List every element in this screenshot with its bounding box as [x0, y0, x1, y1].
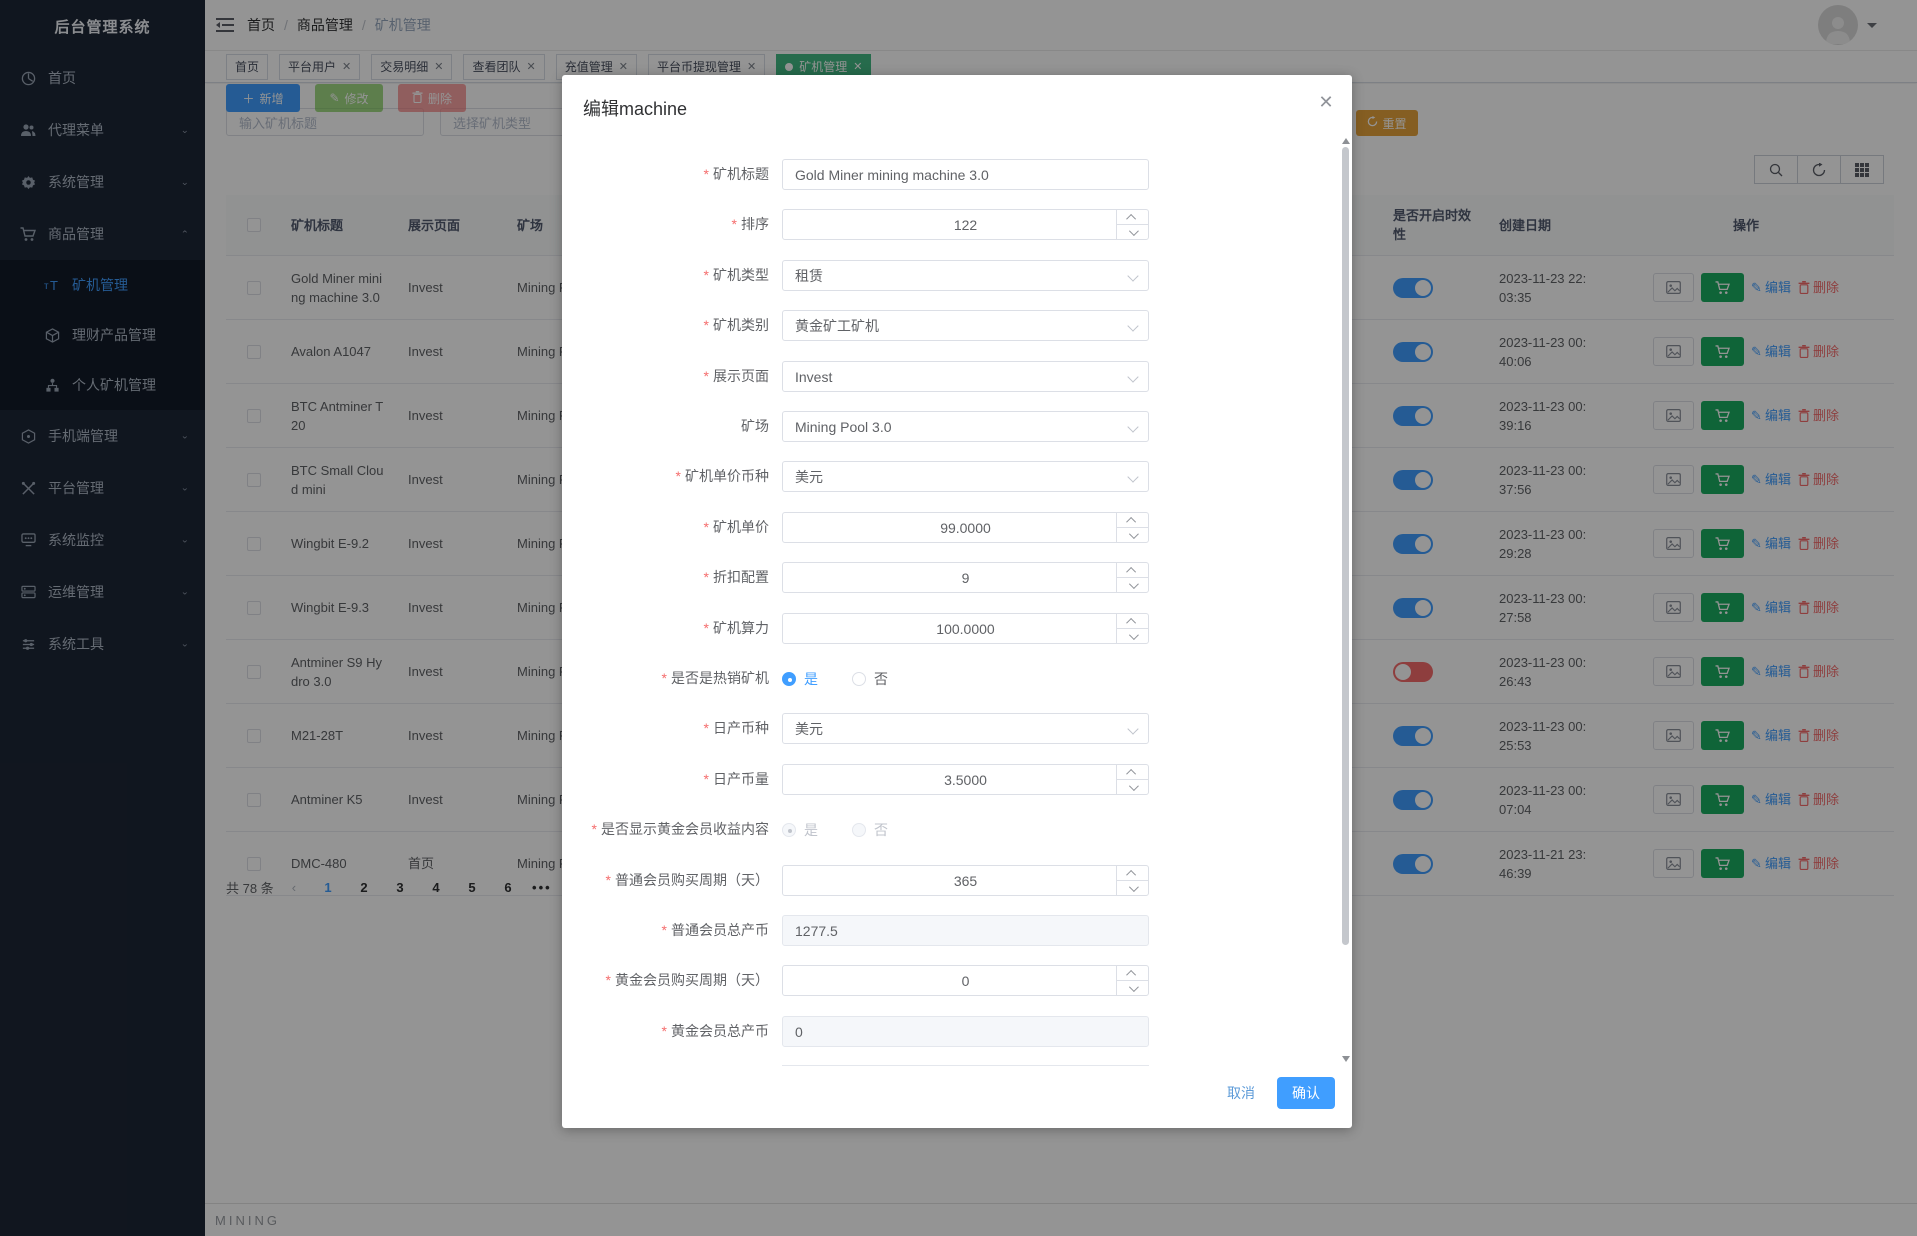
app-root: 后台管理系统 首页 代理菜单⌄ 系统管理⌄ 商品管理⌃ тT矿机管理 理财产品管…	[0, 0, 1917, 1236]
field-readonly-黄金会员总产币: 0	[782, 1016, 1149, 1047]
spinner-down-icon[interactable]	[1117, 578, 1148, 592]
field-label: *展示页面	[562, 361, 769, 392]
number-spinner	[1116, 765, 1148, 794]
spinner-down-icon[interactable]	[1117, 528, 1148, 542]
scrollbar-thumb[interactable]	[1342, 147, 1349, 945]
radio-是[interactable]	[782, 672, 796, 686]
field-label: *排序	[562, 209, 769, 240]
field-number-排序[interactable]: 122	[782, 209, 1149, 240]
field-label: *日产币量	[562, 764, 769, 795]
field-label: *矿机类别	[562, 310, 769, 341]
field-radio-是否是热销矿机: 是否	[782, 663, 914, 694]
field-label: *日产币种	[562, 713, 769, 744]
field-label: *矿机单价币种	[562, 461, 769, 492]
radio-是	[782, 823, 796, 837]
chevron-down-icon	[1127, 270, 1138, 281]
form-divider	[782, 1065, 1149, 1066]
form-row: *日产币种美元	[562, 713, 1182, 744]
form-row: *矿机类型租赁	[562, 260, 1182, 291]
cancel-button[interactable]: 取消	[1215, 1075, 1267, 1111]
chevron-down-icon	[1127, 320, 1138, 331]
field-label: *矿机类型	[562, 260, 769, 291]
form-row: *普通会员购买周期（天） 365	[562, 865, 1182, 896]
close-icon[interactable]: ✕	[1317, 93, 1335, 111]
field-number-矿机算力[interactable]: 100.0000	[782, 613, 1149, 644]
chevron-down-icon	[1127, 723, 1138, 734]
number-spinner	[1116, 866, 1148, 895]
field-label: *普通会员总产币	[562, 915, 769, 946]
field-select-展示页面[interactable]: Invest	[782, 361, 1149, 392]
chevron-down-icon	[1127, 371, 1138, 382]
form-row: *矿机标题 Gold Miner mining machine 3.0	[562, 159, 1182, 190]
form-row: *普通会员总产币 1277.5	[562, 915, 1182, 946]
form-row: *日产币量 3.5000	[562, 764, 1182, 795]
form-row: *矿机类别黄金矿工矿机	[562, 310, 1182, 341]
spinner-up-icon[interactable]	[1117, 513, 1148, 528]
dialog-scrollbar	[1342, 134, 1349, 1068]
field-select-矿机类别[interactable]: 黄金矿工矿机	[782, 310, 1149, 341]
field-select-矿机单价币种[interactable]: 美元	[782, 461, 1149, 492]
spinner-up-icon[interactable]	[1117, 563, 1148, 578]
spinner-up-icon[interactable]	[1117, 866, 1148, 881]
spinner-down-icon[interactable]	[1117, 629, 1148, 643]
dialog-title: 编辑machine	[583, 95, 687, 121]
spinner-down-icon[interactable]	[1117, 881, 1148, 895]
form-row: *矿机单价 99.0000	[562, 512, 1182, 543]
number-spinner	[1116, 614, 1148, 643]
spinner-up-icon[interactable]	[1117, 614, 1148, 629]
form-row: 矿场 Mining Pool 3.0	[562, 411, 1182, 442]
confirm-button[interactable]: 确认	[1277, 1077, 1335, 1109]
form-row: *是否是热销矿机是否	[562, 663, 1182, 694]
scroll-up-icon[interactable]	[1342, 134, 1350, 144]
number-spinner	[1116, 210, 1148, 239]
field-label: *折扣配置	[562, 562, 769, 593]
spinner-up-icon[interactable]	[1117, 966, 1148, 981]
spinner-up-icon[interactable]	[1117, 765, 1148, 780]
field-label: *矿机算力	[562, 613, 769, 644]
radio-否	[852, 823, 866, 837]
field-readonly-普通会员总产币: 1277.5	[782, 915, 1149, 946]
form-row: *黄金会员总产币 0	[562, 1016, 1182, 1047]
field-label: *黄金会员购买周期（天）	[562, 965, 769, 996]
number-spinner	[1116, 966, 1148, 995]
field-label: 矿场	[562, 411, 769, 442]
form-row: *矿机算力 100.0000	[562, 613, 1182, 644]
form-row: *排序 122	[562, 209, 1182, 240]
field-number-日产币量[interactable]: 3.5000	[782, 764, 1149, 795]
field-label: *是否是热销矿机	[562, 663, 769, 694]
field-label: *矿机标题	[562, 159, 769, 190]
field-select-矿场[interactable]: Mining Pool 3.0	[782, 411, 1149, 442]
chevron-down-icon	[1127, 421, 1138, 432]
field-select-日产币种[interactable]: 美元	[782, 713, 1149, 744]
field-label: *矿机单价	[562, 512, 769, 543]
field-label: *黄金会员总产币	[562, 1016, 769, 1047]
form-row: *展示页面 Invest	[562, 361, 1182, 392]
field-number-黄金会员购买周期（天）[interactable]: 0	[782, 965, 1149, 996]
field-label: *是否显示黄金会员收益内容	[562, 814, 769, 845]
form-row: *黄金会员购买周期（天） 0	[562, 965, 1182, 996]
form-row: *折扣配置 9	[562, 562, 1182, 593]
spinner-down-icon[interactable]	[1117, 780, 1148, 794]
field-label: *普通会员购买周期（天）	[562, 865, 769, 896]
field-select-矿机类型[interactable]: 租赁	[782, 260, 1149, 291]
spinner-up-icon[interactable]	[1117, 210, 1148, 225]
edit-machine-dialog: 编辑machine ✕ *矿机标题 Gold Miner mining machi…	[562, 75, 1352, 1128]
spinner-down-icon[interactable]	[1117, 981, 1148, 995]
field-number-矿机单价[interactable]: 99.0000	[782, 512, 1149, 543]
scroll-down-icon[interactable]	[1342, 1056, 1350, 1066]
field-radio-是否显示黄金会员收益内容: 是否	[782, 814, 914, 845]
number-spinner	[1116, 563, 1148, 592]
field-input-矿机标题[interactable]: Gold Miner mining machine 3.0	[782, 159, 1149, 190]
field-number-普通会员购买周期（天）[interactable]: 365	[782, 865, 1149, 896]
field-number-折扣配置[interactable]: 9	[782, 562, 1149, 593]
spinner-down-icon[interactable]	[1117, 225, 1148, 239]
form-row: *矿机单价币种美元	[562, 461, 1182, 492]
radio-否[interactable]	[852, 672, 866, 686]
chevron-down-icon	[1127, 471, 1138, 482]
number-spinner	[1116, 513, 1148, 542]
dialog-footer: 取消 确认	[1215, 1075, 1335, 1111]
form-row: *是否显示黄金会员收益内容是否	[562, 814, 1182, 845]
